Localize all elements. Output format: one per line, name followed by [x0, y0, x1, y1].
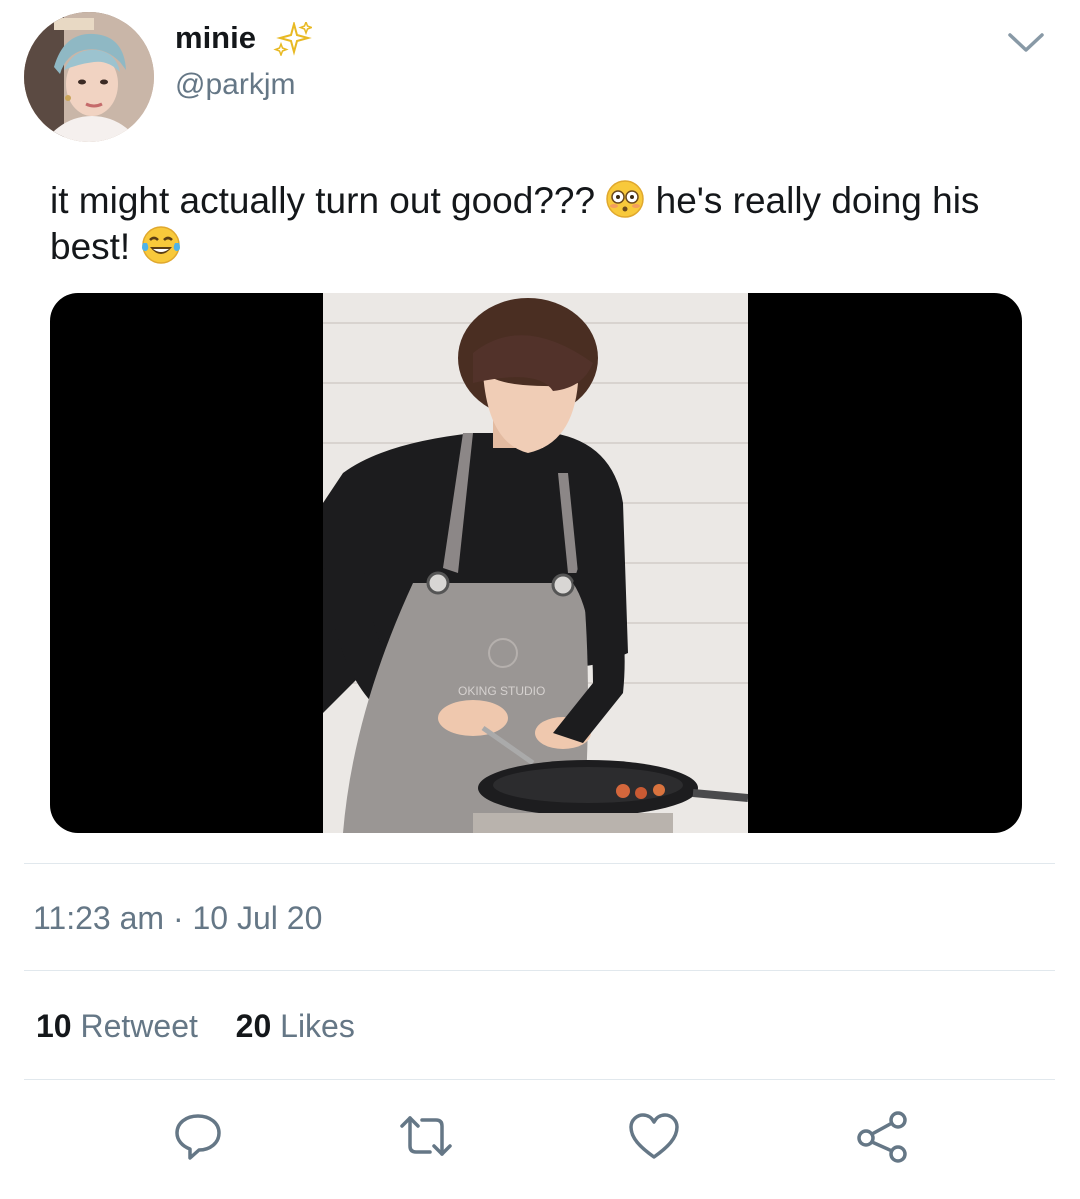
- reply-button[interactable]: [168, 1108, 228, 1168]
- tears-of-joy-emoji-icon: [141, 225, 181, 265]
- avatar[interactable]: [24, 12, 154, 142]
- cooking-photo: OKING STUDIO: [323, 293, 748, 833]
- like-button[interactable]: [624, 1108, 684, 1168]
- likes-count: 20: [235, 1008, 272, 1044]
- apron-logo-text: OKING STUDIO: [458, 684, 545, 698]
- display-name[interactable]: minie: [175, 20, 256, 56]
- reply-icon: [172, 1110, 224, 1167]
- retweet-stat[interactable]: 10 Retweet: [36, 1008, 207, 1044]
- flushed-face-emoji-icon: [605, 179, 645, 219]
- tweet-timestamp[interactable]: 11:23 am · 10 Jul 20: [33, 900, 322, 937]
- divider: [24, 1079, 1055, 1080]
- retweet-count: 10: [36, 1008, 72, 1044]
- divider: [24, 863, 1055, 864]
- tweet-stats: 10 Retweet 20 Likes: [36, 1008, 355, 1045]
- user-handle[interactable]: @parkjm: [175, 68, 295, 102]
- likes-label: Likes: [280, 1008, 355, 1044]
- divider: [24, 970, 1055, 971]
- retweet-button[interactable]: [396, 1108, 456, 1168]
- share-button[interactable]: [852, 1108, 912, 1168]
- sparkles-emoji-icon: [272, 19, 314, 61]
- chevron-down-icon[interactable]: [1006, 30, 1046, 61]
- like-icon: [626, 1110, 682, 1167]
- likes-stat[interactable]: 20 Likes: [227, 1008, 355, 1044]
- retweet-label: Retweet: [80, 1008, 198, 1044]
- retweet-icon: [396, 1110, 456, 1167]
- tweet-media[interactable]: OKING STUDIO: [50, 293, 1022, 833]
- share-icon: [854, 1108, 910, 1169]
- tweet-text-part1: it might actually turn out good???: [50, 180, 606, 221]
- tweet-text: it might actually turn out good??? he's …: [50, 178, 1040, 270]
